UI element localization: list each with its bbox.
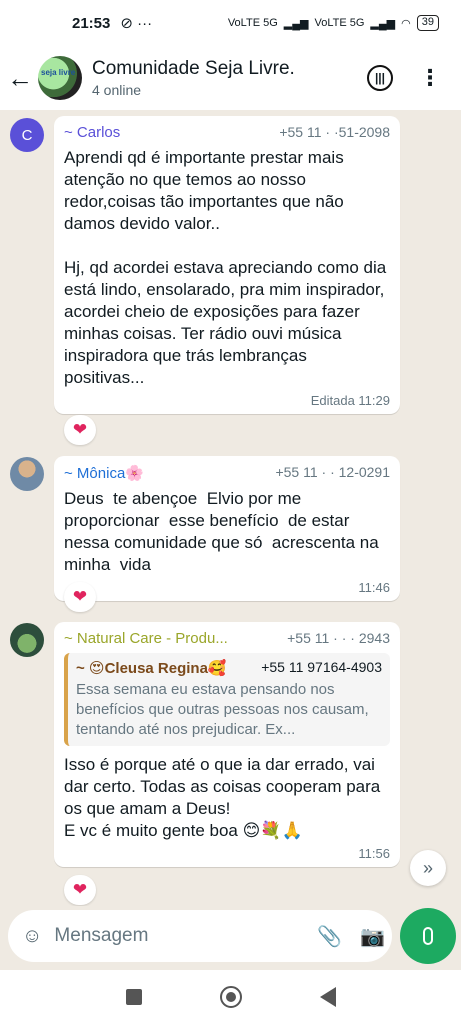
message-input[interactable] [54,925,300,947]
message-text: Isso é porque até o que ia dar errado, v… [64,755,381,840]
camera-icon[interactable]: 📷 [360,924,385,949]
heart-reaction-icon[interactable]: ❤ [64,582,96,612]
sender-name[interactable]: ~ Carlos [64,124,279,141]
scroll-down-icon[interactable]: » [410,850,446,886]
message-list[interactable]: C ~ Carlos +55 11 · ·51-2098 Aprendi qd … [0,110,461,906]
sender-name[interactable]: ~ Natural Care - Produ... [64,630,287,647]
message-bubble[interactable]: ~ Natural Care - Produ... +55 11 · · · 2… [54,622,400,867]
sender-phone: +55 11 · ·51-2098 [279,124,390,140]
quoted-message[interactable]: ~ 😍Cleusa Regina🥰 +55 11 97164-4903 Essa… [64,653,390,746]
group-avatar[interactable]: seja livre [38,56,82,100]
message-bubble[interactable]: ~ Mônica🌸 +55 11 · · 12-0291 Deus te abe… [54,456,400,601]
sender-avatar-carlos[interactable]: C [10,118,44,152]
wifi-icon: ◠ [401,17,411,30]
status-icons: VoLTE 5G ▂▄▆ VoLTE 5G ▂▄▆ ◠ 39 [228,15,439,31]
network-icon: VoLTE 5G [227,17,278,29]
message-timestamp: 11:56 [358,846,390,861]
status-bar: 21:53 ⊘ ··· VoLTE 5G ▂▄▆ VoLTE 5G ▂▄▆ ◠ … [0,0,461,46]
sender-avatar-natural-care[interactable] [10,623,44,657]
chat-header: ← seja livre Comunidade Seja Livre. 4 on… [0,46,461,110]
sender-phone: +55 11 · · 12-0291 [275,464,390,480]
status-extra-icons: ⊘ ··· [120,15,153,32]
group-name: Comunidade Seja Livre. [92,58,295,79]
heart-reaction-icon[interactable]: ❤ [64,875,96,905]
arrow-left-icon[interactable]: ← [2,63,38,94]
message-text: Aprendi qd é importante prestar mais ate… [64,148,387,387]
sender-phone: +55 11 · · · 2943 [287,630,390,646]
message-bubble[interactable]: ~ Carlos +55 11 · ·51-2098 Aprendi qd é … [54,116,400,414]
chat-title-block[interactable]: Comunidade Seja Livre. 4 online [92,58,295,98]
heart-reaction-icon[interactable]: ❤ [64,415,96,445]
back-nav-icon[interactable] [319,987,336,1007]
battery-icon: 39 [416,15,439,31]
message-timestamp: Editada 11:29 [310,393,390,408]
paperclip-icon[interactable]: 📎 [317,924,342,949]
microphone-button[interactable] [400,908,456,964]
signal-icon: ▂▄▆ [283,17,309,30]
message-timestamp: 11:46 [358,580,390,595]
voice-chat-glyph: ||| [374,71,386,85]
recents-icon[interactable] [125,989,142,1005]
message-composer: ☺ 📎 📷 [8,910,392,962]
system-nav-bar [0,970,461,1024]
home-icon[interactable] [219,986,242,1008]
quoted-text: Essa semana eu estava pensando nos benef… [76,681,373,738]
network-icon-2: VoLTE 5G [314,17,365,29]
clock: 21:53 [72,14,111,32]
sender-name[interactable]: ~ Mônica🌸 [64,464,275,482]
online-count: 4 online [92,82,142,98]
quoted-sender-name: ~ 😍Cleusa Regina🥰 [76,660,227,677]
message-text: Deus te abençoe Elvio por me proporciona… [64,489,384,574]
quoted-sender-phone: +55 11 97164-4903 [261,659,382,675]
microphone-icon [423,927,433,945]
sticker-icon[interactable]: ☺ [22,925,42,948]
group-avatar-text: seja livre [41,68,76,77]
signal-icon-2: ▂▄▆ [370,17,396,30]
voice-chat-icon[interactable]: ||| [367,65,393,91]
kebab-menu-icon[interactable]: ⋮ [419,67,441,89]
sender-avatar-monica[interactable] [10,457,44,491]
